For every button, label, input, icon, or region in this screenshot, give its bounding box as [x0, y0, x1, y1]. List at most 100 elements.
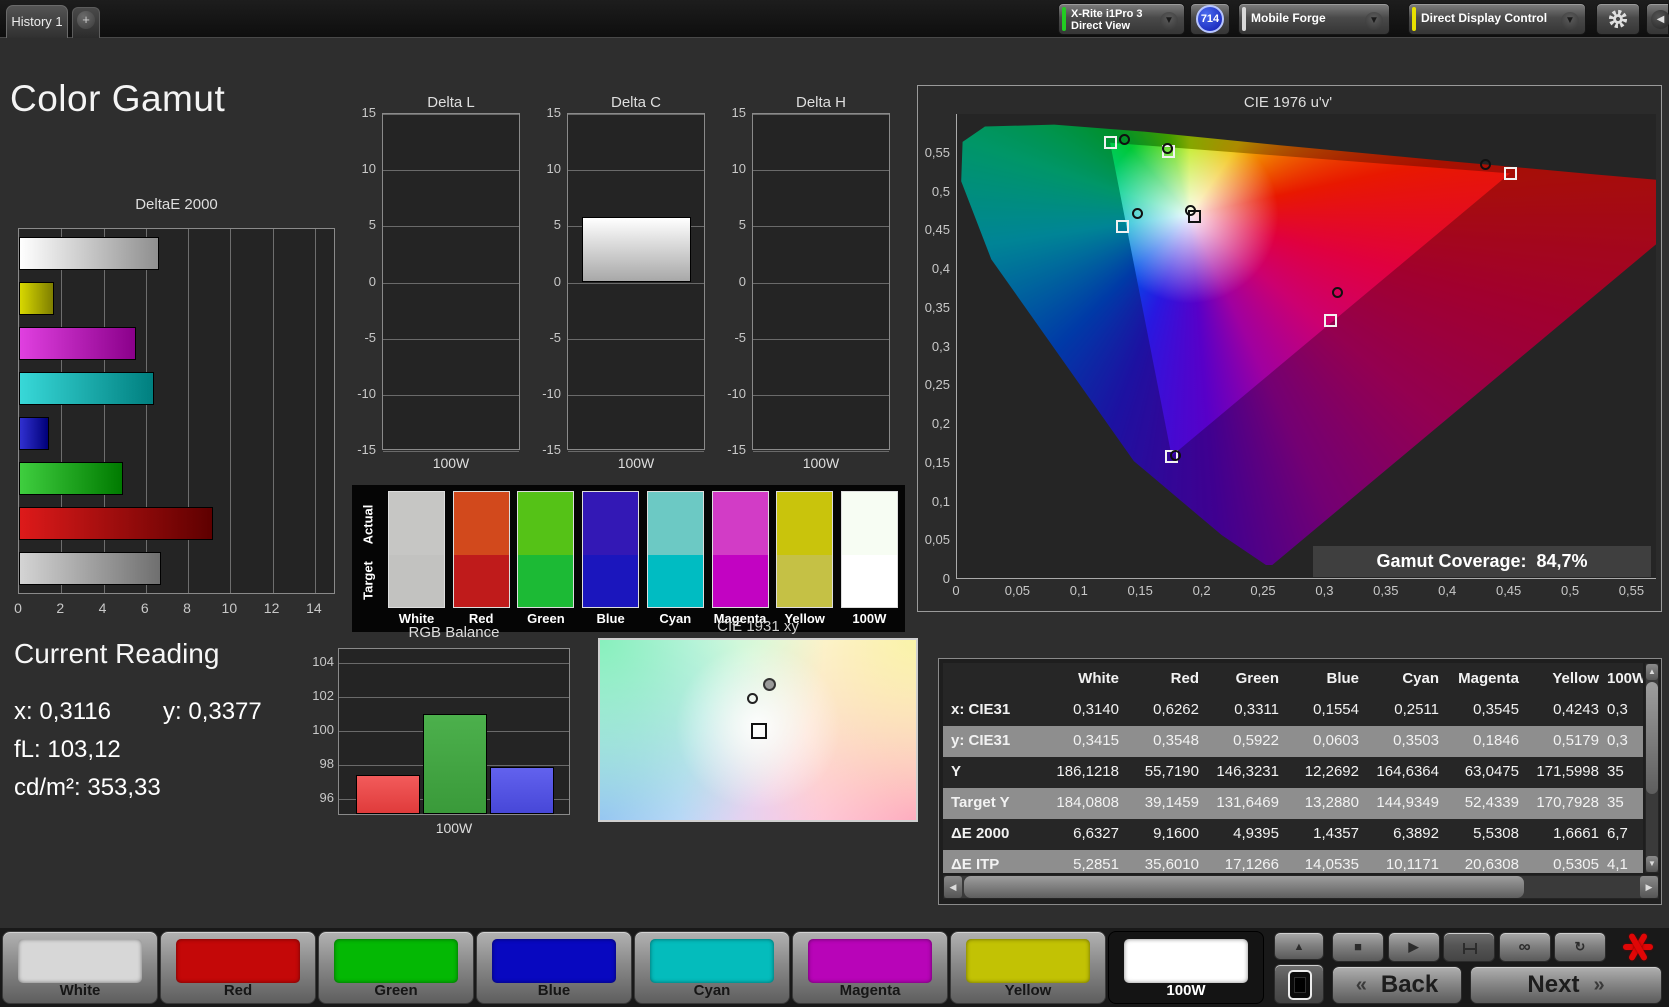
target-magenta	[1323, 313, 1337, 327]
axis-tick-label: 0,5	[931, 183, 950, 199]
add-tab-button[interactable]: +	[72, 7, 100, 38]
swatch-pair-magenta	[711, 491, 769, 608]
interval-button[interactable]	[1443, 932, 1495, 962]
column-header-white: White	[1078, 670, 1119, 687]
gridline	[568, 170, 704, 172]
cell: 164,6364	[1376, 763, 1439, 780]
axis-tick-label: 0	[952, 583, 960, 598]
cell: 0,0603	[1313, 732, 1359, 749]
hscroll-handle[interactable]	[964, 876, 1524, 898]
scroll-left-button[interactable]: ◀	[944, 876, 962, 898]
axis-tick-label: 0,45	[1495, 583, 1522, 598]
display-control-dropdown[interactable]: Direct Display Control ▼	[1408, 3, 1586, 35]
axis-tick-label: 12	[263, 600, 280, 616]
back-button[interactable]: « Back	[1332, 966, 1462, 1004]
axis-tick-label: 0,05	[924, 532, 950, 548]
bar-blue	[490, 766, 554, 814]
pattern-button-blue[interactable]: Blue	[476, 931, 632, 1004]
pattern-button-cyan[interactable]: Cyan	[634, 931, 790, 1004]
current-reading-title: Current Reading	[14, 638, 220, 669]
cell: 144,9349	[1376, 794, 1439, 811]
gridline	[753, 170, 889, 172]
cell: 4,1	[1607, 856, 1628, 873]
cell: 5,2851	[1073, 856, 1119, 873]
gamut-coverage-badge: Gamut Coverage: 84,7%	[1313, 546, 1651, 577]
play-button[interactable]: ▶	[1387, 932, 1440, 962]
bar-blue	[19, 417, 50, 450]
cell: 0,3503	[1393, 732, 1439, 749]
pattern-button-white[interactable]: White	[2, 931, 158, 1004]
reading-cdm2: cd/m²: 353,33	[14, 774, 161, 801]
gear-icon	[1608, 9, 1628, 29]
cell: 184,0808	[1056, 794, 1119, 811]
cell: 186,1218	[1056, 763, 1119, 780]
gridline	[568, 451, 704, 452]
scroll-up-button[interactable]: ▲	[1646, 664, 1658, 680]
swatch-pair-100w	[840, 491, 898, 608]
loop-button[interactable]: ↻	[1554, 932, 1606, 962]
deltae2000-title: DeltaE 2000	[135, 196, 218, 213]
measured-red	[1479, 158, 1491, 170]
axis-tick-label: -5	[549, 329, 561, 345]
axis-tick-label: 0,1	[931, 493, 950, 509]
main-content: Color Gamut DeltaE 2000 0 2 4 6 8 10 12 14 Delt…	[0, 38, 1669, 928]
cell: 170,7928	[1536, 794, 1599, 811]
infinity-button[interactable]: ∞	[1498, 932, 1551, 962]
next-button[interactable]: Next »	[1470, 966, 1662, 1004]
gridline	[568, 282, 704, 284]
pattern-button-magenta[interactable]: Magenta	[792, 931, 948, 1004]
collapse-panel-button[interactable]: ◀	[1646, 3, 1669, 35]
column-header-blue: Blue	[1326, 670, 1359, 687]
cell: 1,6661	[1553, 825, 1599, 842]
cell: 0,3545	[1473, 701, 1519, 718]
table-row: ΔE 2000 6,6327 9,1600 4,9395 1,4357 6,3892 5,5…	[943, 819, 1643, 850]
axis-tick-label: 0,4	[931, 261, 950, 276]
cell: 0,2511	[1394, 701, 1439, 718]
vscroll-handle[interactable]	[1646, 682, 1658, 794]
stop-button[interactable]: ■	[1332, 932, 1384, 962]
rgb-balance-plot	[338, 648, 570, 815]
source-dropdown[interactable]: Mobile Forge ▼	[1238, 3, 1390, 35]
axis-tick-label: -10	[727, 385, 746, 401]
gridline	[568, 114, 704, 115]
delta_c-title: Delta C	[610, 94, 662, 111]
settings-button[interactable]	[1596, 3, 1640, 35]
stop-session-button[interactable]	[1612, 928, 1664, 966]
gridline	[753, 114, 889, 115]
table-hscrollbar[interactable]: ◀ ▶	[943, 875, 1659, 899]
axis-tick-label: 14	[306, 600, 322, 616]
gridline	[383, 170, 519, 172]
scroll-patterns-up-button[interactable]: ▲	[1274, 932, 1324, 960]
pattern-swatch	[966, 939, 1090, 983]
cie1976-title: CIE 1976 u'v'	[1243, 94, 1333, 111]
bar-white	[19, 237, 160, 270]
axis-tick-label: 5	[738, 217, 746, 233]
actual-swatch	[389, 492, 444, 555]
axis-tick-label: 0,5	[1560, 583, 1580, 598]
pattern-swatch	[1124, 939, 1248, 983]
pattern-button-green[interactable]: Green	[318, 931, 474, 1004]
tab-history-1[interactable]: History 1	[6, 5, 68, 38]
pattern-button-yellow[interactable]: Yellow	[950, 931, 1106, 1004]
axis-tick-label: 102	[312, 687, 334, 703]
cie1976-plot	[956, 114, 1656, 579]
cell: 0,3140	[1073, 701, 1119, 718]
table-vscrollbar[interactable]: ▲ ▼	[1645, 663, 1659, 873]
pattern-window-mode-button[interactable]	[1274, 964, 1324, 1004]
scroll-down-button[interactable]: ▼	[1646, 856, 1658, 872]
axis-tick-label: 0,1	[1069, 583, 1088, 598]
swatch-pair-blue	[582, 491, 640, 608]
pattern-button-100w[interactable]: 100W	[1108, 931, 1264, 1004]
axis-tick-label: 0,35	[924, 299, 950, 315]
cell: 35	[1607, 794, 1624, 811]
pattern-button-red[interactable]: Red	[160, 931, 316, 1004]
chevron-down-icon: ▼	[1160, 12, 1178, 30]
scroll-right-button[interactable]: ▶	[1640, 876, 1658, 898]
pattern-swatch	[18, 939, 142, 983]
gridline	[568, 394, 704, 396]
target-swatch	[453, 555, 509, 607]
axis-tick-label: 0,25	[924, 377, 950, 393]
meter-dropdown[interactable]: X-Rite i1Pro 3 Direct View ▼	[1058, 3, 1185, 35]
cell: 55,7190	[1144, 763, 1199, 780]
cell: 5,5308	[1473, 825, 1519, 842]
